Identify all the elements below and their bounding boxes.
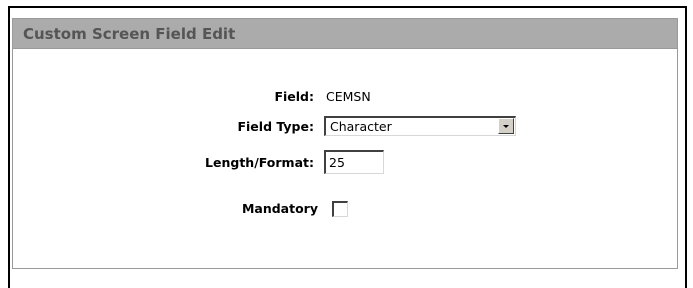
field-label-container: Field: [14, 87, 314, 107]
dropdown-button[interactable] [498, 118, 514, 134]
field-label: Field: [274, 89, 314, 104]
panel-title: Custom Screen Field Edit [23, 24, 236, 43]
panel-header: Custom Screen Field Edit [13, 19, 677, 49]
field-type-label: Field Type: [237, 119, 314, 134]
mandatory-label-container: Mandatory [14, 199, 318, 219]
field-type-selected-value: Character [330, 119, 392, 134]
page: Custom Screen Field Edit Field: CEMSN Fi… [0, 0, 693, 288]
mandatory-checkbox[interactable] [332, 201, 348, 217]
field-type-label-container: Field Type: [14, 117, 314, 137]
length-format-label-container: Length/Format: [14, 153, 314, 173]
custom-field-edit-panel: Custom Screen Field Edit [12, 18, 678, 269]
chevron-down-icon [503, 125, 509, 128]
field-value: CEMSN [326, 89, 371, 104]
length-format-label: Length/Format: [205, 155, 314, 170]
mandatory-label: Mandatory [241, 201, 318, 216]
length-format-input[interactable] [324, 150, 384, 174]
field-type-select[interactable]: Character [324, 116, 516, 136]
